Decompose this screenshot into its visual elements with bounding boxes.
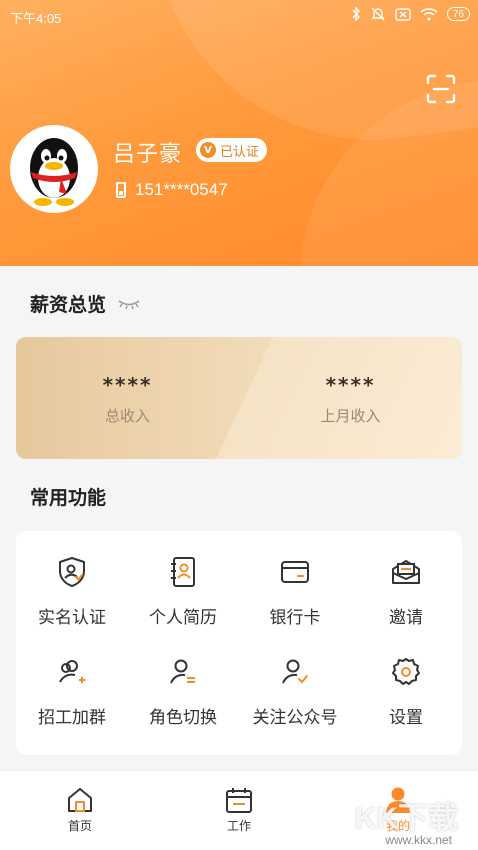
func-resume[interactable]: 个人简历: [127, 555, 239, 628]
salary-section-header: 薪资总览: [30, 290, 140, 317]
profile-header: 下午4:05 76 吕子豪 V 已认证 151****0547: [0, 0, 478, 266]
verified-badge-label: 已认证: [220, 144, 260, 160]
verified-badge: V 已认证: [196, 138, 268, 162]
total-income: **** 总收入: [16, 373, 239, 426]
total-income-value: ****: [102, 373, 153, 397]
wifi-icon: [420, 7, 438, 21]
bluetooth-icon: [351, 7, 361, 21]
tab-label: 工作: [226, 819, 251, 833]
last-month-income: **** 上月收入: [239, 373, 462, 426]
func-real-name-auth[interactable]: 实名认证: [16, 555, 128, 628]
func-label: 关注公众号: [252, 708, 338, 728]
func-label: 实名认证: [38, 608, 106, 628]
home-icon: [68, 788, 92, 812]
phone-row: 151****0547: [116, 180, 228, 200]
status-time: 下午4:05: [10, 11, 62, 26]
tab-label: 首页: [67, 819, 92, 833]
total-income-label: 总收入: [104, 407, 150, 425]
switch-role-icon: [170, 659, 195, 684]
func-invite[interactable]: 邀请: [350, 555, 462, 628]
shield-user-icon: [59, 557, 85, 587]
invite-icon: [392, 560, 420, 584]
watermark-url: www.kkx.net: [385, 833, 452, 847]
func-bank-card[interactable]: 银行卡: [239, 555, 351, 628]
status-bar: 下午4:05 76: [0, 0, 478, 32]
follow-account-icon: [282, 659, 308, 684]
gear-icon: [392, 658, 420, 685]
last-month-income-value: ****: [325, 373, 376, 397]
status-icons: 76: [351, 7, 470, 21]
mute-bell-icon: [370, 7, 386, 21]
scan-icon[interactable]: [426, 74, 456, 104]
penguin-avatar-icon: [13, 128, 95, 210]
watermark: KK下载: [354, 802, 458, 835]
tab-work[interactable]: 工作: [199, 785, 279, 834]
salary-overview-card[interactable]: **** 总收入 **** 上月收入: [16, 337, 462, 459]
func-label: 个人简历: [149, 608, 217, 628]
calendar-icon: [226, 788, 252, 813]
func-label: 招工加群: [38, 708, 106, 728]
func-settings[interactable]: 设置: [350, 655, 462, 728]
bank-card-icon: [281, 561, 309, 583]
func-recruit-group[interactable]: 招工加群: [16, 655, 128, 728]
phone-icon: [116, 182, 126, 198]
add-group-icon: [59, 660, 85, 683]
phone-number: 151****0547: [135, 180, 228, 199]
tab-home[interactable]: 首页: [40, 785, 120, 834]
user-name: 吕子豪: [113, 141, 183, 166]
func-label: 设置: [389, 708, 423, 728]
verified-v-icon: V: [200, 142, 216, 158]
func-switch-role[interactable]: 角色切换: [127, 655, 239, 728]
functions-section-title: 常用功能: [30, 487, 107, 509]
avatar[interactable]: [10, 125, 98, 213]
last-month-income-label: 上月收入: [320, 407, 381, 425]
func-label: 银行卡: [269, 608, 321, 628]
func-follow-account[interactable]: 关注公众号: [239, 655, 351, 728]
battery-indicator: 76: [446, 7, 470, 21]
sim-off-icon: [395, 7, 411, 21]
functions-card: 实名认证 个人简历 银行卡 邀请 招工加群 角色切换 关注公众号 设置: [16, 531, 462, 755]
salary-section-title: 薪资总览: [30, 294, 107, 316]
func-label: 邀请: [389, 608, 423, 628]
func-label: 角色切换: [149, 708, 217, 728]
resume-icon: [171, 557, 195, 587]
eye-closed-icon[interactable]: [118, 298, 140, 310]
